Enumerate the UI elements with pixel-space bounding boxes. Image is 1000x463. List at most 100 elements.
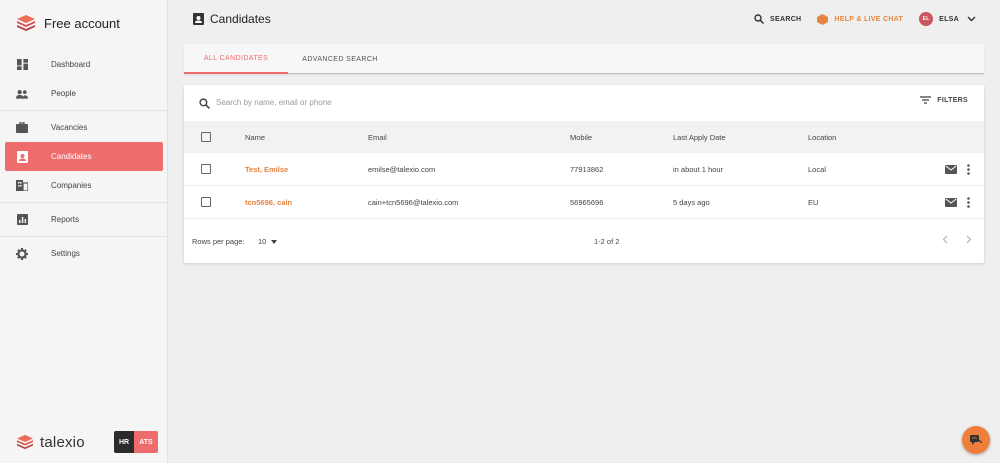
candidate-mobile: 56965696 <box>570 197 604 207</box>
chevron-left-icon[interactable] <box>942 235 948 244</box>
page-title: Candidates <box>210 12 271 26</box>
filter-icon <box>920 96 932 104</box>
user-menu[interactable]: EL ELSA <box>919 12 976 26</box>
search-label: SEARCH <box>770 15 802 23</box>
chat-icon <box>970 435 982 445</box>
column-header-last-apply-date[interactable]: Last Apply Date <box>673 121 726 153</box>
candidates-table-card: FILTERS Name Email Mobile Last Apply Dat… <box>184 85 984 263</box>
chevron-right-icon[interactable] <box>966 235 972 244</box>
gear-icon <box>16 247 28 260</box>
help-label: HELP & LIVE CHAT <box>834 15 904 23</box>
candidate-location: EU <box>808 197 819 207</box>
global-search-button[interactable]: SEARCH <box>754 14 801 24</box>
column-header-email[interactable]: Email <box>368 121 387 153</box>
more-vert-icon[interactable] <box>967 196 970 208</box>
candidate-last-apply: in about 1 hour <box>673 164 724 174</box>
help-chat-icon <box>817 13 829 25</box>
sidebar-item-label: People <box>51 89 76 98</box>
candidate-name-link[interactable]: Test, Emilse <box>245 165 288 174</box>
candidate-location: Local <box>808 164 826 174</box>
sidebar-item-vacancies[interactable]: Vacancies <box>0 113 167 142</box>
filters-button[interactable]: FILTERS <box>920 96 968 104</box>
pagination-range: 1-2 of 2 <box>594 237 620 246</box>
select-all-cell <box>201 121 211 153</box>
dashboard-icon <box>16 59 28 71</box>
sidebar-item-dashboard[interactable]: Dashboard <box>0 50 167 79</box>
candidate-card-icon <box>193 13 204 25</box>
candidate-name-link[interactable]: tcn5696, cain <box>245 198 292 207</box>
sidebar-divider <box>0 202 167 203</box>
brand[interactable]: Free account <box>0 0 167 46</box>
email-icon[interactable] <box>945 197 957 207</box>
email-icon[interactable] <box>945 164 957 174</box>
sidebar-item-label: Companies <box>51 181 92 190</box>
avatar: EL <box>919 12 934 26</box>
table-search-bar: FILTERS <box>184 85 984 121</box>
sidebar-item-reports[interactable]: Reports <box>0 205 167 234</box>
sidebar-divider <box>0 236 167 237</box>
row-checkbox[interactable] <box>201 197 211 207</box>
user-name: ELSA <box>939 15 959 23</box>
column-header-name[interactable]: Name <box>245 121 265 153</box>
rows-per-page-value: 10 <box>258 237 267 246</box>
candidate-email: cain+tcn5696@talexio.com <box>368 197 459 207</box>
briefcase-icon <box>16 122 28 134</box>
sidebar-item-people[interactable]: People <box>0 79 167 108</box>
page-title-area: Candidates <box>193 12 271 26</box>
more-vert-icon[interactable] <box>967 163 970 175</box>
talexio-cube-icon <box>17 15 35 31</box>
help-live-chat-button[interactable]: HELP & LIVE CHAT <box>817 13 904 25</box>
row-select-cell <box>201 153 211 185</box>
people-icon <box>16 88 28 100</box>
product-switch-badge[interactable]: HR ATS <box>114 431 158 453</box>
rows-per-page-select[interactable]: 10 <box>258 237 278 246</box>
candidate-email: emilse@talexio.com <box>368 164 436 174</box>
select-all-checkbox[interactable] <box>201 132 211 142</box>
sidebar-item-settings[interactable]: Settings <box>0 239 167 268</box>
talexio-wordmark: talexio <box>40 433 85 451</box>
sidebar-item-label: Settings <box>51 249 80 258</box>
building-icon <box>16 180 28 192</box>
sidebar-item-label: Candidates <box>51 152 92 161</box>
filters-label: FILTERS <box>937 96 968 104</box>
sidebar: Free account Dashboard People Vacancies <box>0 0 168 463</box>
tab-all-candidates[interactable]: ALL CANDIDATES <box>184 44 288 74</box>
top-actions: SEARCH HELP & LIVE CHAT EL ELSA <box>738 12 976 26</box>
table-row[interactable]: Test, Emilse emilse@talexio.com 77913862… <box>184 153 984 186</box>
sidebar-footer: talexio HR ATS <box>0 429 168 455</box>
sidebar-item-label: Dashboard <box>51 60 91 69</box>
top-bar: Candidates SEARCH HELP & LIVE CHAT EL EL… <box>169 0 1000 40</box>
column-header-location[interactable]: Location <box>808 121 836 153</box>
search-input[interactable] <box>216 95 816 109</box>
sidebar-item-companies[interactable]: Companies <box>0 171 167 200</box>
sidebar-nav: Dashboard People Vacancies Candidates Co… <box>0 50 167 268</box>
candidate-tabs: ALL CANDIDATES ADVANCED SEARCH <box>184 44 984 74</box>
search-icon <box>199 96 211 114</box>
chat-fab-button[interactable] <box>962 426 990 454</box>
row-actions <box>945 186 970 218</box>
candidate-mobile: 77913862 <box>570 164 604 174</box>
chevron-down-icon <box>967 16 976 22</box>
hr-badge[interactable]: HR <box>114 431 134 453</box>
talexio-logo-icon <box>17 434 33 450</box>
ats-badge[interactable]: ATS <box>134 431 158 453</box>
sidebar-item-candidates[interactable]: Candidates <box>5 142 163 171</box>
candidate-card-icon <box>16 150 28 163</box>
table-row[interactable]: tcn5696, cain cain+tcn5696@talexio.com 5… <box>184 186 984 219</box>
table-pagination: Rows per page: 10 1-2 of 2 <box>184 221 984 263</box>
search-icon <box>754 14 765 24</box>
rows-per-page-label: Rows per page: <box>192 237 245 246</box>
pager-controls <box>924 235 972 244</box>
row-checkbox[interactable] <box>201 164 211 174</box>
row-select-cell <box>201 186 211 218</box>
sidebar-item-label: Vacancies <box>51 123 88 132</box>
account-title: Free account <box>44 15 120 31</box>
tab-advanced-search[interactable]: ADVANCED SEARCH <box>288 44 392 74</box>
caret-down-icon <box>271 239 278 244</box>
bar-chart-icon <box>16 214 28 226</box>
table-header: Name Email Mobile Last Apply Date Locati… <box>184 121 984 153</box>
candidate-last-apply: 5 days ago <box>673 197 710 207</box>
sidebar-item-label: Reports <box>51 215 80 224</box>
column-header-mobile[interactable]: Mobile <box>570 121 592 153</box>
row-actions <box>945 153 970 185</box>
